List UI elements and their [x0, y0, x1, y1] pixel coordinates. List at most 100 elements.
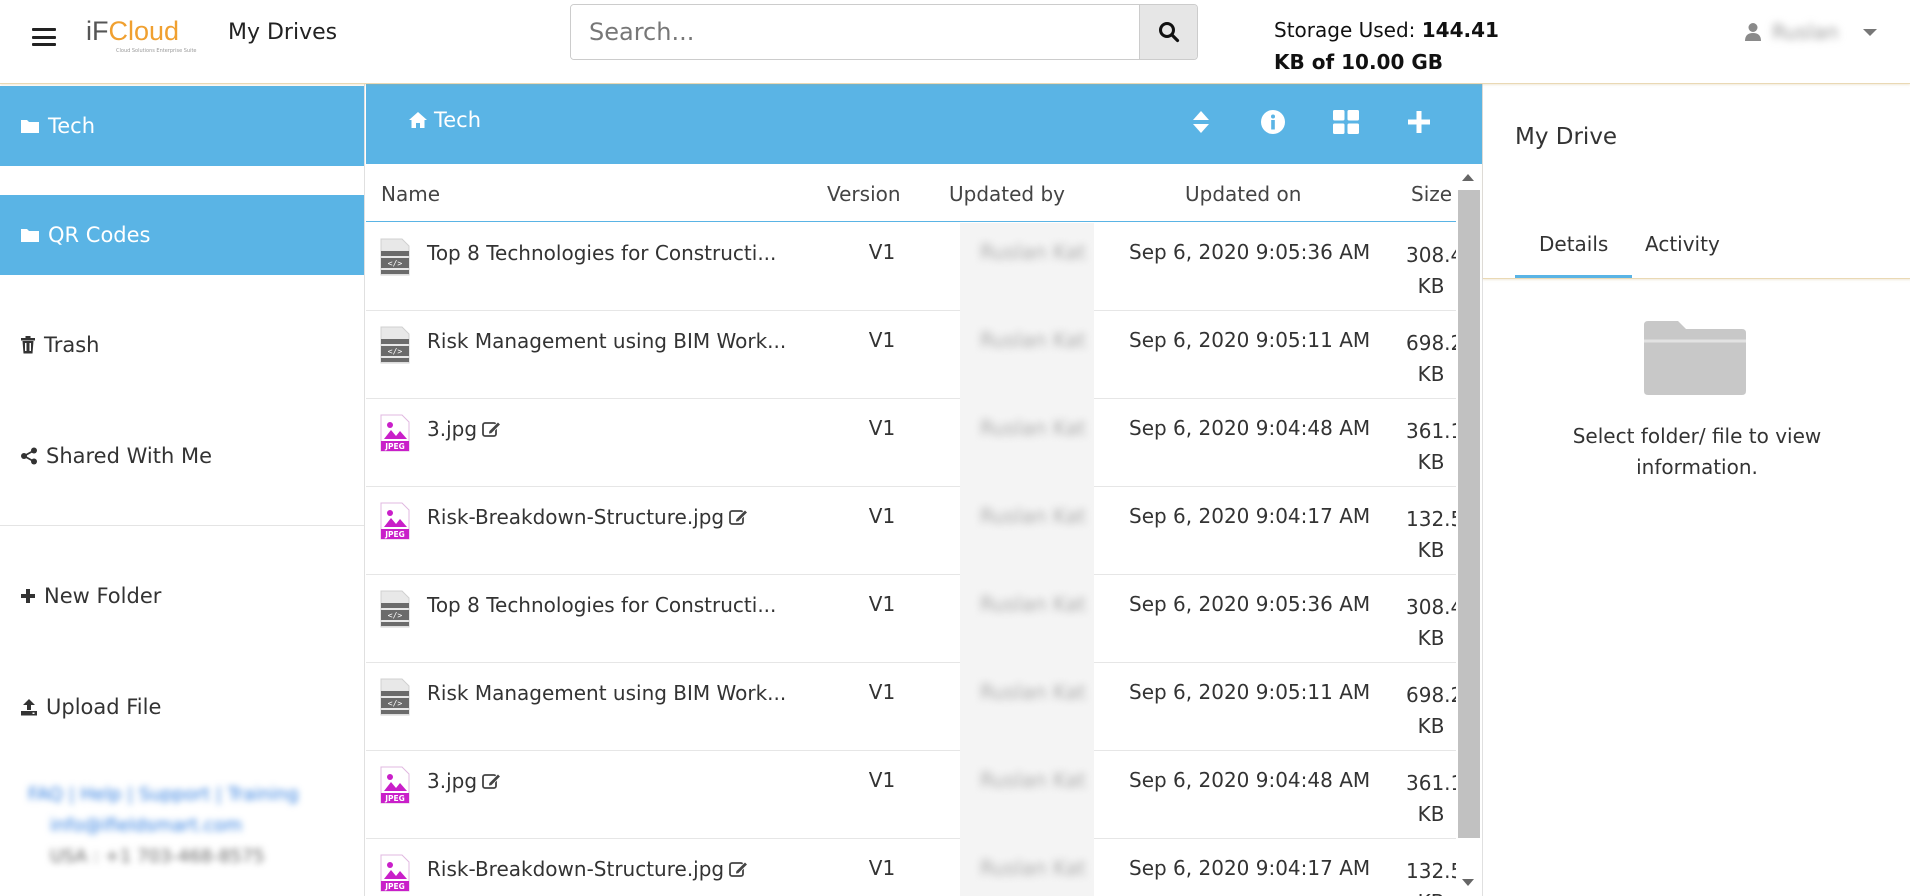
add-button[interactable] — [1403, 106, 1435, 138]
column-updated-by[interactable]: Updated by — [949, 182, 1065, 206]
sidebar-item-tech[interactable]: Tech — [0, 86, 364, 166]
table-row[interactable]: JPEG 3.jpg V1 Ruslan Kat Sep 6, 2020 9:04:48… — [366, 399, 1456, 487]
file-name[interactable]: Top 8 Technologies for Constructi... — [427, 593, 776, 617]
file-updated-by: Ruslan Kat — [960, 223, 1094, 311]
column-size[interactable]: Size — [1411, 182, 1452, 206]
share-icon — [21, 447, 37, 465]
folder-icon — [21, 229, 39, 242]
sidebar-item-shared-with-me[interactable]: Shared With Me — [0, 416, 364, 496]
menu-icon[interactable] — [32, 28, 56, 46]
image-file-icon: JPEG — [380, 854, 410, 892]
file-name[interactable]: Risk-Breakdown-Structure.jpg — [427, 857, 749, 881]
file-type-icon: JPEG — [380, 502, 410, 540]
breadcrumb[interactable]: Tech — [408, 108, 481, 132]
scrollbar-thumb[interactable] — [1458, 190, 1480, 838]
file-type-icon: </> — [380, 238, 410, 276]
app-title: My Drives — [228, 20, 338, 45]
file-size: 361.1KB — [1406, 419, 1456, 474]
upload-file-button[interactable]: Upload File — [0, 667, 364, 747]
table-row[interactable]: JPEG 3.jpg V1 Ruslan Kat Sep 6, 2020 9:04:48… — [366, 751, 1456, 839]
logo-tagline: Cloud Solutions Enterprise Suite — [116, 48, 197, 54]
search-icon — [1158, 22, 1179, 43]
tab-activity[interactable]: Activity — [1621, 232, 1744, 278]
svg-text:</>: </> — [388, 259, 403, 268]
footer-links[interactable]: FAQ | Help | Support | Training — [28, 779, 299, 810]
file-updated-by: Ruslan Kat — [960, 575, 1094, 663]
sidebar-divider — [0, 525, 364, 526]
user-icon — [1745, 23, 1761, 41]
file-updated-by: Ruslan Kat — [960, 311, 1094, 399]
edit-icon[interactable] — [729, 508, 749, 526]
table-row[interactable]: </> Top 8 Technologies for Constructi... V… — [366, 575, 1456, 663]
user-menu[interactable]: Ruslan — [1744, 20, 1877, 44]
file-type-icon: </> — [380, 678, 410, 716]
edit-icon[interactable] — [482, 420, 502, 438]
file-updated-on: Sep 6, 2020 9:04:17 AM — [1129, 856, 1371, 880]
file-browser: Tech Name Version Updated by Updated on … — [366, 84, 1482, 896]
scroll-up-icon[interactable] — [1462, 174, 1474, 181]
file-type-icon: JPEG — [380, 766, 410, 804]
scrollbar[interactable] — [1456, 164, 1482, 896]
scroll-down-icon[interactable] — [1462, 879, 1474, 886]
folder-icon — [1644, 321, 1746, 395]
search-box — [570, 4, 1198, 60]
info-button[interactable] — [1257, 106, 1289, 138]
search-button[interactable] — [1139, 5, 1197, 59]
upload-icon — [21, 699, 37, 716]
edit-icon[interactable] — [729, 860, 749, 878]
code-file-icon: </> — [380, 326, 410, 364]
footer-email[interactable]: info@ifieldsmart.com — [28, 810, 299, 841]
file-list: </> Top 8 Technologies for Constructi... V… — [366, 223, 1456, 896]
logo-cloud: Cloud — [108, 16, 180, 46]
storage-usage: Storage Used: 144.41 KB of 10.00 GB — [1274, 18, 1499, 74]
file-size: 698.2KB — [1406, 331, 1456, 386]
file-name[interactable]: Risk Management using BIM Work... — [427, 329, 786, 353]
table-row[interactable]: JPEG Risk-Breakdown-Structure.jpg V1 Ruslan… — [366, 839, 1456, 896]
file-name[interactable]: Risk Management using BIM Work... — [427, 681, 786, 705]
search-input[interactable] — [571, 5, 1139, 59]
column-version[interactable]: Version — [827, 182, 901, 206]
column-name[interactable]: Name — [381, 182, 440, 206]
info-icon — [1261, 110, 1285, 134]
grid-view-icon — [1333, 110, 1359, 134]
folder-toolbar: Tech — [366, 84, 1482, 164]
image-file-icon: JPEG — [380, 414, 410, 452]
tab-details[interactable]: Details — [1515, 232, 1633, 278]
file-name[interactable]: Top 8 Technologies for Constructi... — [427, 241, 776, 265]
file-name[interactable]: 3.jpg — [427, 417, 502, 441]
edit-icon[interactable] — [482, 772, 502, 790]
table-row[interactable]: </> Risk Management using BIM Work... V1 Ru… — [366, 663, 1456, 751]
column-updated-on[interactable]: Updated on — [1185, 182, 1301, 206]
details-panel: My Drive Details Activity Select folder/… — [1482, 84, 1910, 896]
file-name[interactable]: Risk-Breakdown-Structure.jpg — [427, 505, 749, 529]
table-row[interactable]: JPEG Risk-Breakdown-Structure.jpg V1 Ruslan… — [366, 487, 1456, 575]
file-updated-by: Ruslan Kat — [960, 663, 1094, 751]
sidebar: Tech QR Codes Trash Shared With Me New F… — [0, 84, 365, 896]
file-updated-on: Sep 6, 2020 9:05:36 AM — [1129, 240, 1371, 264]
plus-icon — [21, 589, 35, 603]
grid-view-button[interactable] — [1330, 106, 1362, 138]
file-updated-by: Ruslan Kat — [960, 751, 1094, 839]
file-updated-by: Ruslan Kat — [960, 487, 1094, 575]
svg-text:</>: </> — [388, 347, 403, 356]
file-version: V1 — [868, 504, 896, 528]
table-row[interactable]: </> Risk Management using BIM Work... V1 Ru… — [366, 311, 1456, 399]
file-version: V1 — [868, 416, 896, 440]
sidebar-item-trash[interactable]: Trash — [0, 305, 364, 385]
file-type-icon: JPEG — [380, 854, 410, 892]
file-size: 308.4KB — [1406, 243, 1456, 298]
sidebar-item-qr-codes[interactable]: QR Codes — [0, 195, 364, 275]
code-file-icon: </> — [380, 590, 410, 628]
sort-button[interactable] — [1185, 106, 1217, 138]
breadcrumb-current: Tech — [434, 108, 482, 132]
new-folder-button[interactable]: New Folder — [0, 556, 364, 636]
svg-text:</>: </> — [388, 611, 403, 620]
table-row[interactable]: </> Top 8 Technologies for Constructi... V… — [366, 223, 1456, 311]
file-name[interactable]: 3.jpg — [427, 769, 502, 793]
image-file-icon: JPEG — [380, 502, 410, 540]
file-type-icon: JPEG — [380, 414, 410, 452]
svg-text:JPEG: JPEG — [384, 530, 405, 539]
logo[interactable]: iFCloud Cloud Solutions Enterprise Suite — [86, 12, 197, 60]
file-updated-on: Sep 6, 2020 9:04:48 AM — [1129, 768, 1371, 792]
details-panel-title: My Drive — [1515, 124, 1618, 150]
